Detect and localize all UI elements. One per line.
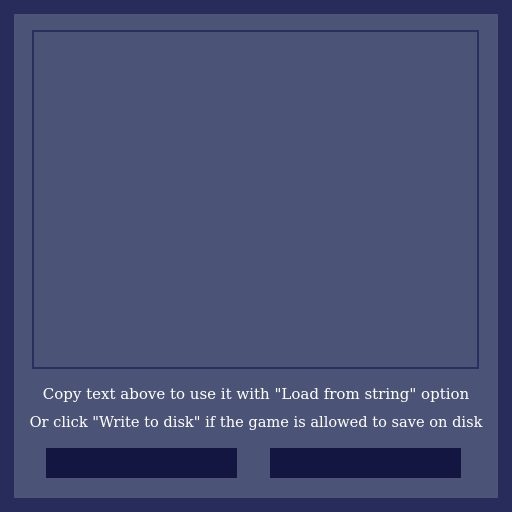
right-action-button[interactable] bbox=[270, 448, 461, 478]
save-string-textarea[interactable] bbox=[32, 30, 479, 369]
left-action-button[interactable] bbox=[46, 448, 237, 478]
copy-instruction-text: Copy text above to use it with "Load fro… bbox=[42, 385, 470, 403]
write-to-disk-instruction-text: Or click "Write to disk" if the game is … bbox=[29, 414, 483, 431]
